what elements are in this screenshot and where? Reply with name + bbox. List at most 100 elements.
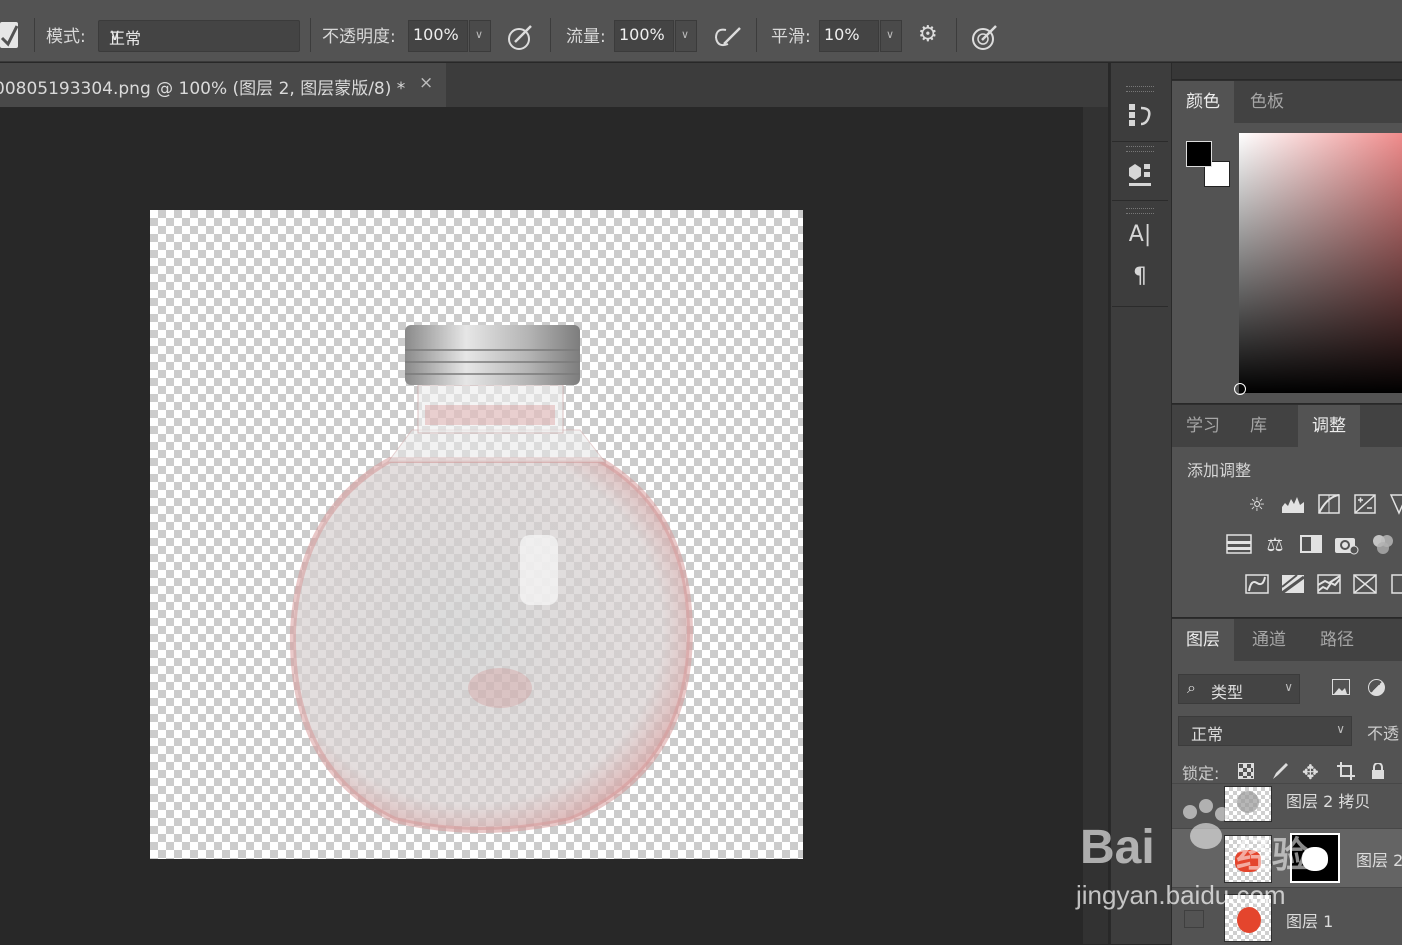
blend-mode-dropdown[interactable]: 正常 ∨ — [1178, 716, 1352, 746]
layer-row-selected[interactable]: 图层 2 — [1172, 828, 1402, 887]
color-panel: 颜色 色板 — [1172, 80, 1402, 403]
pixel-layer-filter-icon[interactable] — [1332, 679, 1350, 695]
3d-icon[interactable] — [1112, 156, 1168, 196]
smooth-label: 平滑: — [771, 27, 811, 47]
separator — [956, 18, 957, 52]
layer-mask-thumbnail[interactable] — [1290, 833, 1340, 883]
separator — [34, 18, 35, 52]
panel-grip[interactable] — [1126, 208, 1154, 214]
exposure-icon[interactable] — [1352, 493, 1378, 517]
brightness-contrast-icon[interactable]: ☼ — [1244, 493, 1270, 517]
vibrance-icon[interactable] — [1386, 493, 1402, 517]
smooth-dropdown[interactable]: ∨ — [880, 20, 902, 52]
layer-opacity-label: 不透 — [1367, 724, 1400, 743]
flow-dropdown[interactable]: ∨ — [675, 20, 697, 52]
smooth-input[interactable]: 10% — [819, 20, 879, 52]
tab-adjustments[interactable]: 调整 — [1298, 405, 1360, 447]
separator — [550, 18, 551, 52]
bottle-image — [289, 325, 694, 833]
panel-grip[interactable] — [1126, 86, 1154, 92]
chevron-down-icon: ∨ — [1336, 722, 1345, 736]
curves-icon[interactable] — [1316, 493, 1342, 517]
panel-grip[interactable] — [1126, 146, 1154, 152]
layer-row[interactable]: 图层 1 — [1172, 887, 1402, 945]
close-icon[interactable]: × — [419, 73, 433, 93]
separator — [310, 18, 311, 52]
mode-label: 模式: — [46, 27, 86, 47]
lock-transparent-icon[interactable] — [1238, 763, 1254, 779]
threshold-icon[interactable] — [1316, 573, 1342, 597]
color-picker-handle[interactable] — [1234, 383, 1246, 395]
layer-thumbnail — [1224, 894, 1272, 942]
history-icon[interactable] — [1112, 96, 1168, 136]
tab-libraries[interactable]: 库 — [1236, 405, 1281, 447]
gear-icon[interactable]: ⚙ — [918, 22, 938, 47]
separator — [1112, 200, 1168, 201]
lock-paint-icon[interactable] — [1270, 761, 1290, 781]
brush-preset-icon[interactable] — [0, 22, 19, 48]
pressure-size-icon[interactable] — [970, 22, 1000, 52]
opacity-dropdown[interactable]: ∨ — [469, 20, 491, 52]
separator — [1112, 141, 1168, 142]
layer-row[interactable]: 图层 2 拷贝 — [1172, 783, 1402, 828]
blend-mode-value: 正常 — [1191, 725, 1224, 744]
color-panel-tabs: 颜色 色板 — [1172, 81, 1402, 123]
layer-thumbnail — [1224, 835, 1272, 883]
mode-dropdown[interactable]: 正常 ∨ — [98, 20, 300, 52]
flow-input[interactable]: 100% — [614, 20, 674, 52]
gradient-map-icon[interactable] — [1352, 573, 1378, 597]
character-icon[interactable]: A| — [1112, 222, 1168, 262]
posterize-icon[interactable] — [1280, 573, 1306, 597]
paragraph-icon[interactable]: ¶ — [1112, 264, 1168, 304]
search-icon: ⌕ — [1187, 678, 1196, 697]
selective-color-icon[interactable] — [1386, 573, 1402, 597]
separator — [1112, 306, 1168, 307]
tab-channels[interactable]: 通道 — [1238, 619, 1300, 661]
color-balance-icon[interactable]: ⚖ — [1262, 533, 1288, 557]
lock-move-icon[interactable]: ✥ — [1302, 760, 1319, 784]
opacity-label: 不透明度: — [322, 27, 396, 47]
add-adjustment-title: 添加调整 — [1187, 461, 1252, 480]
tab-color[interactable]: 颜色 — [1172, 81, 1234, 123]
airbrush-icon[interactable] — [712, 24, 744, 52]
chevron-down-icon: ∨ — [1284, 680, 1293, 694]
chevron-down-icon: ∨ — [681, 28, 690, 41]
layer-filter-dropdown[interactable]: ⌕ 类型 ∨ — [1178, 674, 1300, 704]
chevron-down-icon: ∨ — [886, 28, 895, 41]
tab-layers[interactable]: 图层 — [1172, 619, 1234, 661]
hue-saturation-icon[interactable] — [1226, 533, 1252, 557]
separator — [756, 18, 757, 52]
layer-thumbnail — [1224, 786, 1272, 822]
adjustments-panel-tabs: 学习 库 调整 — [1172, 405, 1402, 447]
opacity-input[interactable]: 100% — [408, 20, 468, 52]
layer-name[interactable]: 图层 1 — [1286, 908, 1333, 932]
layer-visibility-toggle[interactable] — [1184, 910, 1204, 928]
layers-panel-tabs: 图层 通道 路径 — [1172, 619, 1402, 661]
layer-name[interactable]: 图层 2 — [1356, 847, 1402, 871]
adjustment-layer-filter-icon[interactable] — [1368, 679, 1385, 696]
flow-label: 流量: — [566, 27, 606, 47]
document-tab[interactable]: 00805193304.png @ 100% (图层 2, 图层蒙版/8) * … — [0, 63, 446, 107]
photo-filter-icon[interactable] — [1334, 533, 1360, 557]
pressure-opacity-icon[interactable] — [506, 22, 536, 52]
tab-learn[interactable]: 学习 — [1172, 405, 1234, 447]
lock-label: 锁定: — [1182, 764, 1220, 783]
chevron-down-icon: ∨ — [109, 25, 121, 44]
layer-name[interactable]: 图层 2 拷贝 — [1286, 788, 1370, 812]
black-white-icon[interactable] — [1298, 533, 1324, 557]
lock-all-icon[interactable] — [1370, 762, 1386, 779]
chevron-down-icon: ∨ — [475, 28, 484, 41]
levels-icon[interactable] — [1280, 493, 1306, 517]
color-picker-field[interactable] — [1234, 133, 1402, 395]
invert-icon[interactable] — [1244, 573, 1270, 597]
document-canvas[interactable] — [150, 210, 803, 859]
lock-artboard-icon[interactable] — [1336, 761, 1356, 781]
tab-paths[interactable]: 路径 — [1306, 619, 1368, 661]
options-bar: 模式: 正常 ∨ 不透明度: 100% ∨ 流量: 100% ∨ 平滑: 10%… — [0, 0, 1402, 62]
tab-swatches[interactable]: 色板 — [1236, 81, 1298, 123]
channel-mixer-icon[interactable] — [1370, 533, 1396, 557]
adjustments-panel: 学习 库 调整 添加调整 ☼ ⚖ — [1172, 404, 1402, 617]
layer-filter-label: 类型 — [1211, 683, 1244, 702]
foreground-color-swatch[interactable] — [1186, 141, 1212, 167]
canvas-scrollbar[interactable] — [1083, 107, 1108, 944]
